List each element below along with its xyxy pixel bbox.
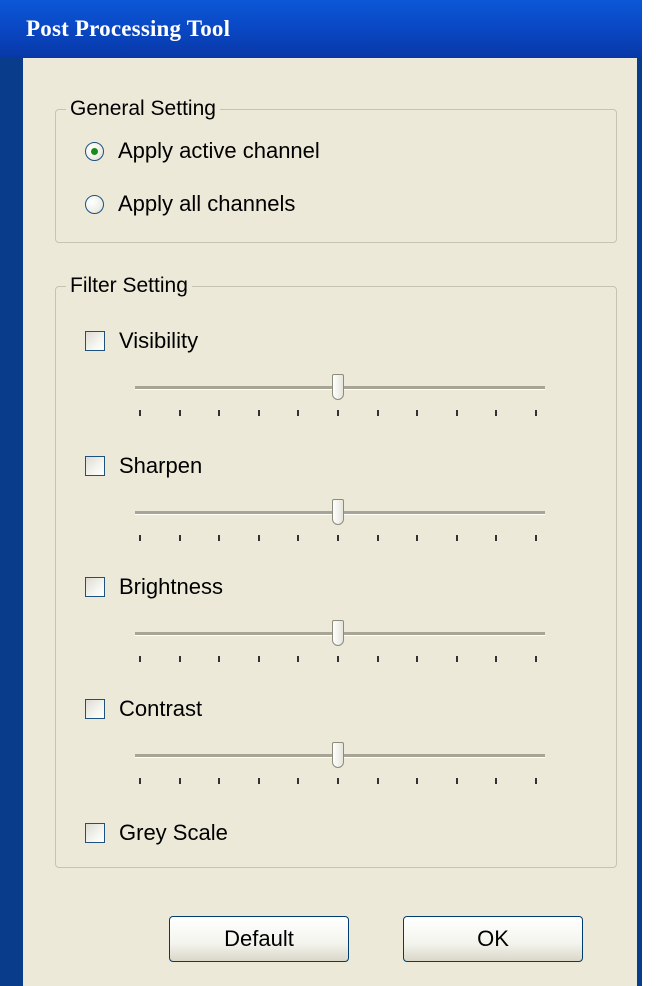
checkbox-visibility[interactable]: Visibility [85, 328, 198, 354]
slider-thumb[interactable] [332, 374, 344, 400]
slider-tick [297, 656, 300, 662]
slider-tick [218, 535, 221, 541]
default-button[interactable]: Default [169, 916, 349, 962]
slider-tick [416, 410, 419, 416]
slider-tick [495, 656, 498, 662]
slider-thumb[interactable] [332, 620, 344, 646]
radio-label: Apply all channels [118, 191, 296, 216]
slider-tick [495, 778, 498, 784]
checkbox-grey-scale[interactable]: Grey Scale [85, 820, 228, 846]
slider-tick [455, 656, 458, 662]
slider-tick [178, 778, 181, 784]
checkbox-label: Contrast [119, 696, 203, 721]
slider-tick [297, 778, 300, 784]
sharpen-slider[interactable] [135, 487, 545, 557]
slider-tick [139, 778, 141, 784]
checkbox[interactable] [85, 331, 105, 351]
radio-apply-active-channel[interactable]: Apply active channel [85, 138, 320, 164]
slider-tick [257, 778, 260, 784]
radio-button[interactable] [85, 194, 104, 214]
slider-tick [416, 535, 419, 541]
slider-tick [376, 535, 379, 541]
ok-button[interactable]: OK [403, 916, 583, 962]
slider-tick [376, 410, 379, 416]
slider-tick [495, 535, 498, 541]
slider-tick [535, 656, 537, 662]
slider-tick [535, 778, 537, 784]
checkbox-brightness[interactable]: Brightness [85, 574, 223, 600]
slider-tick [416, 778, 419, 784]
slider-tick [218, 410, 221, 416]
slider-tick [178, 535, 181, 541]
slider-tick [139, 656, 141, 662]
slider-tick [455, 778, 458, 784]
slider-tick [455, 410, 458, 416]
visibility-slider[interactable] [135, 362, 545, 432]
checkbox[interactable] [85, 823, 105, 843]
slider-thumb[interactable] [332, 499, 344, 525]
title-bar[interactable]: Post Processing Tool [0, 0, 642, 58]
slider-tick [297, 410, 300, 416]
slider-tick [495, 410, 498, 416]
slider-tick [337, 778, 339, 784]
slider-tick [257, 656, 260, 662]
window-title: Post Processing Tool [26, 16, 231, 41]
slider-tick [218, 778, 221, 784]
slider-tick [218, 656, 221, 662]
slider-tick [535, 410, 537, 416]
checkbox[interactable] [85, 699, 105, 719]
slider-tick [416, 656, 419, 662]
slider-tick [376, 778, 379, 784]
slider-tick [178, 656, 181, 662]
radio-label: Apply active channel [118, 138, 320, 163]
slider-tick [337, 656, 339, 662]
filter-setting-legend: Filter Setting [70, 274, 188, 297]
checkbox[interactable] [85, 456, 105, 476]
slider-tick [257, 410, 260, 416]
checkbox-label: Grey Scale [119, 820, 228, 845]
checkbox-contrast[interactable]: Contrast [85, 696, 202, 722]
radio-button-selected[interactable] [85, 141, 104, 161]
radio-apply-all-channels[interactable]: Apply all channels [85, 191, 295, 217]
checkbox-label: Visibility [119, 328, 199, 353]
dialog-body: General Setting Apply active channel App… [23, 58, 637, 986]
slider-tick [139, 410, 141, 416]
slider-tick [337, 535, 339, 541]
slider-tick [376, 656, 379, 662]
checkbox-label: Sharpen [119, 453, 203, 478]
slider-tick [178, 410, 181, 416]
checkbox-sharpen[interactable]: Sharpen [85, 453, 202, 479]
contrast-slider[interactable] [135, 730, 545, 800]
general-setting-legend: General Setting [70, 97, 216, 120]
slider-tick [297, 535, 300, 541]
slider-tick [455, 535, 458, 541]
slider-tick [337, 410, 339, 416]
slider-tick [139, 535, 141, 541]
checkbox[interactable] [85, 577, 105, 597]
slider-tick [535, 535, 537, 541]
slider-thumb[interactable] [332, 742, 344, 768]
slider-tick [257, 535, 260, 541]
brightness-slider[interactable] [135, 608, 545, 678]
general-setting-group: General Setting [55, 97, 617, 243]
checkbox-label: Brightness [119, 574, 223, 599]
dialog-window: Post Processing Tool General Setting App… [0, 0, 642, 986]
